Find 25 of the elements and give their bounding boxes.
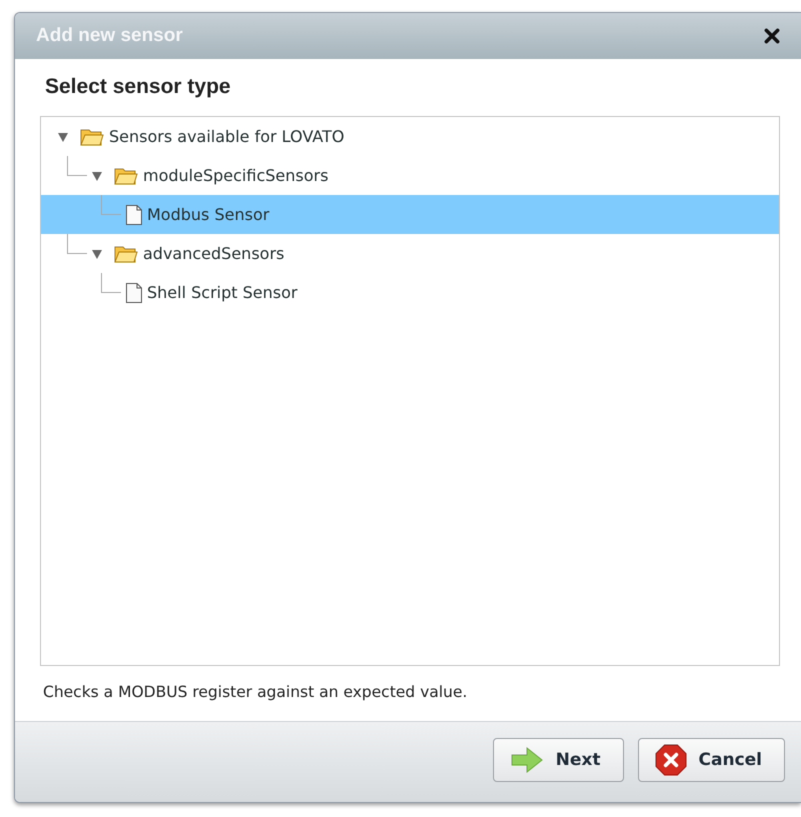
cancel-button[interactable]: Cancel: [638, 738, 785, 782]
folder-icon: [113, 166, 139, 186]
cancel-icon: [654, 744, 687, 776]
section-heading: Select sensor type: [45, 75, 232, 100]
tree-item[interactable]: Modbus Sensor: [41, 195, 779, 234]
tree-item[interactable]: Shell Script Sensor: [41, 273, 779, 312]
folder-icon: [79, 126, 105, 146]
next-button[interactable]: Next: [492, 738, 624, 782]
expand-toggle-icon[interactable]: [57, 130, 69, 142]
description-text: Checks a MODBUS register against an expected value.: [43, 683, 468, 703]
document-icon: [125, 282, 143, 304]
tree-connector: [101, 273, 121, 293]
folder-icon: [113, 244, 139, 264]
tree-item[interactable]: Sensors available for LOVATO: [41, 117, 779, 156]
close-icon[interactable]: [763, 27, 781, 45]
tree-item[interactable]: advancedSensors: [41, 234, 779, 273]
tree-connector: [67, 156, 87, 176]
arrow-icon: [510, 746, 544, 774]
tree-connector: [67, 234, 87, 254]
tree-connector: [101, 195, 121, 215]
tree-item[interactable]: moduleSpecificSensors: [41, 156, 779, 195]
document-icon: [125, 204, 143, 226]
expand-toggle-icon[interactable]: [91, 170, 103, 182]
window-title: Add new sensor: [36, 25, 183, 47]
expand-toggle-icon[interactable]: [91, 248, 103, 260]
